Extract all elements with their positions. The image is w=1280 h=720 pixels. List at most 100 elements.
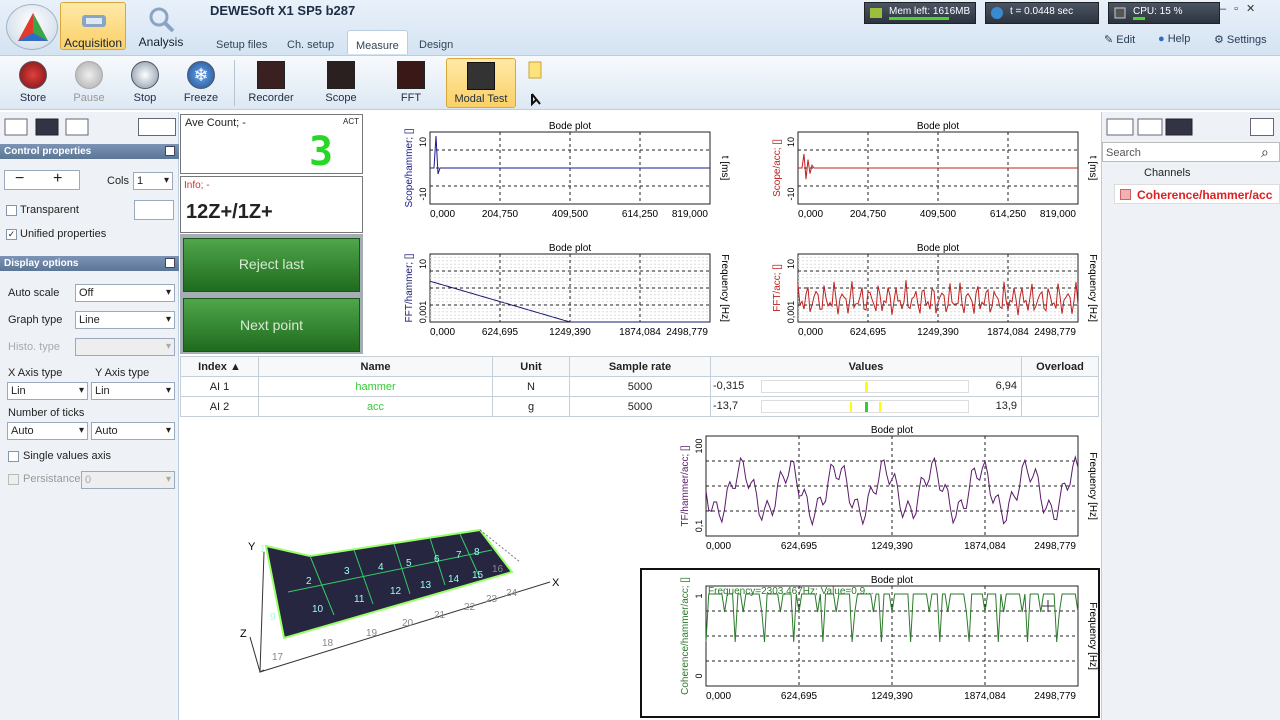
tab-ch-setup[interactable]: Ch. setup — [279, 30, 342, 54]
next-point-button[interactable]: Next point — [183, 298, 360, 352]
x-tick-label: 624,695 — [781, 541, 818, 552]
stop-button[interactable]: Stop — [118, 58, 172, 108]
app-title: DEWESoft X1 SP5 b287 — [210, 3, 356, 18]
table-row[interactable]: AI 2 acc g 5000 -13,7 13,9 — [180, 396, 1099, 417]
search-icon[interactable]: ⌕ — [1261, 144, 1269, 161]
transfer-function-plot[interactable]: Bode plot TF/hammer/acc; [] Frequency [Hz]… — [676, 424, 1098, 564]
title-bar: Acquisition Analysis DEWESoft X1 SP5 b28… — [0, 0, 1280, 56]
dewesoft-logo[interactable] — [6, 4, 58, 50]
channel-item-coherence[interactable]: Coherence/hammer/acc — [1114, 184, 1280, 204]
cols-select[interactable]: 1 — [133, 172, 173, 190]
col-values[interactable]: Values — [710, 356, 1022, 377]
geometry-point-label: 20 — [402, 618, 414, 629]
y-axis-label: TF/hammer/acc; [] — [680, 445, 691, 526]
scope-hammer-plot[interactable]: Bode plot Scope/hammer; [] t [ms] 10 -10 0,00… — [400, 120, 730, 232]
gear-icon: ⚙ — [1214, 34, 1227, 46]
x-tick-label: 0,000 — [706, 541, 731, 552]
y-axis-label: Scope/hammer; [] — [404, 128, 415, 207]
unified-properties-checkbox[interactable]: ✓ — [6, 229, 17, 240]
pause-button[interactable]: Pause — [62, 58, 116, 108]
col-overload[interactable]: Overload — [1021, 356, 1099, 377]
memory-bar — [889, 17, 949, 20]
reject-last-button[interactable]: Reject last — [183, 238, 360, 292]
clock-icon — [990, 6, 1004, 20]
channel-view-icons[interactable] — [1106, 118, 1196, 136]
y-tick-label: 10 — [418, 259, 428, 269]
table-row[interactable]: AI 1 hammer N 5000 -0,315 6,94 — [180, 376, 1099, 397]
average-count-digit: 3 — [309, 129, 334, 175]
channel-list-icon[interactable] — [1250, 118, 1274, 136]
scope-icon — [327, 61, 355, 89]
row-overload — [1021, 396, 1099, 417]
coherence-plot[interactable]: Bode plot Coherence/hammer/acc; [] Frequen… — [676, 574, 1098, 714]
scope-button[interactable]: Scope — [314, 58, 368, 108]
fft-acc-plot[interactable]: Bode plot FFT/acc; [] Frequency [Hz] 10 0,00… — [768, 242, 1098, 350]
x-tick-label: 1249,390 — [917, 327, 959, 338]
col-index[interactable]: Index ▲ — [180, 356, 259, 377]
act-label: ACT — [343, 117, 359, 126]
view-mode-icons[interactable] — [4, 118, 90, 136]
recorder-button[interactable]: Recorder — [244, 58, 298, 108]
edit-icon: ✎ — [1104, 34, 1117, 46]
pause-icon — [75, 61, 103, 89]
channel-color-icon — [1120, 189, 1131, 200]
single-values-axis-checkbox[interactable] — [8, 451, 19, 462]
fft-button[interactable]: FFT — [384, 58, 438, 108]
control-properties-header[interactable]: Control properties — [0, 144, 179, 159]
x-tick-label: 0,000 — [706, 691, 731, 702]
geometry-point-label: 5 — [406, 558, 412, 569]
y-axis-label: FFT/hammer; [] — [404, 253, 415, 322]
plot-title: Bode plot — [549, 121, 591, 132]
analysis-mode-button[interactable]: Analysis — [128, 2, 194, 50]
panel-settings-icon[interactable] — [138, 118, 176, 136]
plus-icon[interactable]: + — [53, 171, 62, 187]
ticks-y-select[interactable]: Auto — [91, 422, 175, 440]
minus-icon[interactable]: − — [15, 171, 24, 187]
value-max: 13,9 — [995, 400, 1017, 412]
memory-text: Mem left: 1616MB — [889, 6, 971, 17]
geometry-point-label: 18 — [322, 638, 334, 649]
persistance-input: 0 — [81, 471, 175, 489]
geometry-point-label: 6 — [434, 554, 440, 565]
x-axis-label: X — [552, 577, 560, 589]
color-picker[interactable] — [134, 200, 174, 220]
window-controls[interactable]: –▫✕ — [1220, 2, 1278, 16]
pointer-tool-icon[interactable] — [526, 60, 544, 108]
x-axis-type-select[interactable]: Lin — [7, 382, 88, 400]
graph-type-select[interactable]: Line — [75, 311, 175, 329]
remove-add-stepper[interactable]: − + — [4, 170, 80, 190]
tab-setup-files[interactable]: Setup files — [208, 30, 275, 54]
freeze-button[interactable]: ❄ Freeze — [174, 58, 228, 108]
modal-test-button[interactable]: Modal Test — [446, 58, 516, 108]
col-unit[interactable]: Unit — [492, 356, 570, 377]
collapse-icon[interactable] — [165, 146, 175, 156]
value-max: 6,94 — [995, 380, 1017, 392]
collapse-icon[interactable] — [165, 258, 175, 268]
display-options-header[interactable]: Display options — [0, 256, 179, 271]
store-button[interactable]: Store — [6, 58, 60, 108]
row-unit: g — [492, 396, 570, 417]
x-tick-label: 819,000 — [1040, 209, 1077, 220]
acquisition-icon — [80, 7, 108, 33]
transparent-checkbox[interactable] — [6, 205, 17, 216]
search-input[interactable]: Search ⌕ — [1102, 142, 1280, 162]
col-sample-rate[interactable]: Sample rate — [569, 356, 711, 377]
tab-design[interactable]: Design — [411, 30, 461, 54]
x-axis-type-label: X Axis type — [8, 367, 63, 379]
help-button[interactable]: ● Help — [1158, 33, 1190, 45]
edit-button[interactable]: ✎ Edit — [1104, 33, 1135, 46]
modal-geometry-3d-view[interactable]: 123 4 5 6 7 891011121314 15161718192021222324 … — [230, 522, 570, 712]
x-tick-label: 2498,779 — [1034, 327, 1076, 338]
tab-measure[interactable]: Measure — [347, 30, 408, 54]
geometry-point-label: 23 — [486, 594, 498, 605]
acquisition-label: Acquisition — [63, 36, 123, 50]
fft-hammer-plot[interactable]: Bode plot FFT/hammer; [] Frequency [Hz] 10 0… — [400, 242, 730, 350]
y-axis-type-select[interactable]: Lin — [91, 382, 175, 400]
settings-button[interactable]: ⚙ Settings — [1214, 33, 1267, 46]
ticks-x-select[interactable]: Auto — [7, 422, 88, 440]
auto-scale-select[interactable]: Off — [75, 284, 175, 302]
scope-acc-plot[interactable]: Bode plot Scope/acc; [] t [ms] 10 -10 0,000 20… — [768, 120, 1098, 232]
col-name[interactable]: Name — [258, 356, 493, 377]
average-count-box: Ave Count; - ACT 3 — [180, 114, 363, 175]
acquisition-mode-button[interactable]: Acquisition — [60, 2, 126, 50]
